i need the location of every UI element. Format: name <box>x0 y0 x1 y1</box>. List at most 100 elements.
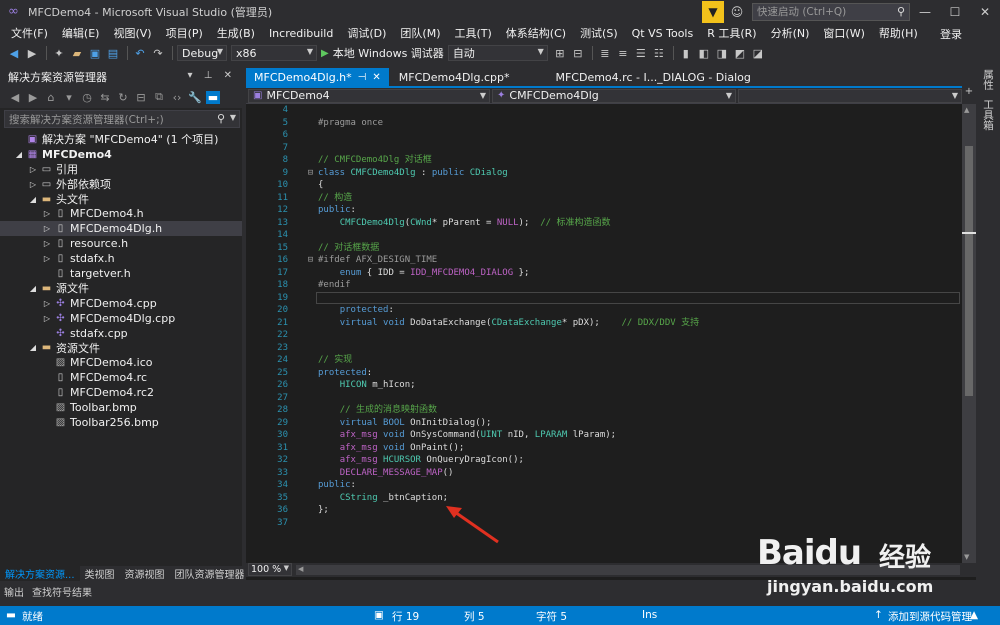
collapsed-arrow-icon[interactable]: ▷ <box>28 180 38 189</box>
scrollbar-thumb[interactable] <box>965 146 973 396</box>
tree-item[interactable]: ▨ Toolbar256.bmp <box>0 415 242 430</box>
collapse-all-icon[interactable]: ⊟ <box>134 91 148 104</box>
menu-incredibuild[interactable]: Incredibuild <box>262 27 340 40</box>
tab-output[interactable]: 输出 <box>4 584 24 599</box>
format-icon[interactable]: ≣ <box>597 47 613 60</box>
code-line[interactable]: 24 // 实现 <box>246 354 962 367</box>
properties-tab[interactable]: 属性 <box>981 69 995 90</box>
code-line[interactable]: 23 <box>246 342 962 355</box>
menu-architecture[interactable]: 体系结构(C) <box>499 25 573 41</box>
code-line[interactable]: 17 enum { IDD = IDD_MFCDEMO4_DIALOG }; <box>246 267 962 280</box>
toolbar-action-icon[interactable]: ⊞ <box>552 47 568 60</box>
save-icon[interactable]: ▣ <box>87 47 103 60</box>
zoom-dropdown[interactable]: 100 % ▼ <box>248 563 292 576</box>
home-icon[interactable]: ⌂ <box>44 91 58 104</box>
menu-debug[interactable]: 调试(D) <box>340 25 393 41</box>
menu-help[interactable]: 帮助(H) <box>872 25 925 41</box>
bookmark-next-icon[interactable]: ◨ <box>714 47 730 60</box>
menu-edit[interactable]: 编辑(E) <box>55 25 107 41</box>
quick-launch-input[interactable]: 快速启动 (Ctrl+Q) ⚲ <box>752 2 910 21</box>
close-button[interactable]: ✕ <box>970 1 1000 23</box>
code-line[interactable]: 16 ⊟ #ifdef AFX_DESIGN_TIME <box>246 254 962 267</box>
scope-dropdown[interactable]: ✦ CMFCDemo4Dlg ▼ <box>492 88 736 103</box>
tree-item[interactable]: ◢ ▬ 源文件 <box>0 281 242 296</box>
source-control-icon[interactable]: ↑ <box>874 609 883 621</box>
uncomment-icon[interactable]: ☷ <box>651 47 667 60</box>
code-line[interactable]: 15 // 对话框数据 <box>246 242 962 255</box>
sign-in-link[interactable]: 登录 <box>940 26 962 42</box>
code-line[interactable]: 9 ⊟ class CMFCDemo4Dlg : public CDialog <box>246 167 962 180</box>
code-line[interactable]: 6 <box>246 129 962 142</box>
menu-project[interactable]: 项目(P) <box>159 25 210 41</box>
code-line[interactable]: 26 HICON m_hIcon; <box>246 379 962 392</box>
code-line[interactable]: 28 // 生成的消息映射函数 <box>246 404 962 417</box>
menu-team[interactable]: 团队(M) <box>393 25 447 41</box>
collapsed-arrow-icon[interactable]: ▷ <box>42 254 52 263</box>
code-line[interactable]: 31 afx_msg void OnPaint(); <box>246 442 962 455</box>
redo-icon[interactable]: ↷ <box>150 47 166 60</box>
menu-qt-vs-tools[interactable]: Qt VS Tools <box>625 27 701 40</box>
code-line[interactable]: 14 <box>246 229 962 242</box>
project-dropdown[interactable]: ▣ MFCDemo4 ▼ <box>248 88 490 103</box>
code-line[interactable]: 37 <box>246 517 962 530</box>
code-line[interactable]: 4 <box>246 104 962 117</box>
code-line[interactable]: 11 // 构造 <box>246 192 962 205</box>
menu-analyze[interactable]: 分析(N) <box>764 25 817 41</box>
menu-tools[interactable]: 工具(T) <box>447 25 498 41</box>
tree-item[interactable]: ▷ ▯ MFCDemo4Dlg.h <box>0 221 242 237</box>
navigate-forward-icon[interactable]: ▶ <box>24 47 40 60</box>
collapsed-arrow-icon[interactable]: ▷ <box>42 239 52 248</box>
code-line[interactable]: 7 <box>246 142 962 155</box>
pending-changes-filter-icon[interactable]: ◷ <box>80 91 94 104</box>
pin-icon[interactable]: ⊣ <box>358 72 367 83</box>
tab-class-view[interactable]: 类视图 <box>80 566 120 581</box>
tab-team-explorer[interactable]: 团队资源管理器 <box>170 566 250 581</box>
collapsed-arrow-icon[interactable]: ▷ <box>42 299 52 308</box>
minimize-button[interactable]: — <box>910 1 940 23</box>
maximize-button[interactable]: ☐ <box>940 1 970 23</box>
tree-item[interactable]: ◢ ▬ 资源文件 <box>0 340 242 355</box>
code-line[interactable]: 8 // CMFCDemo4Dlg 对话框 <box>246 154 962 167</box>
code-line[interactable]: 30 afx_msg void OnSysCommand(UINT nID, L… <box>246 429 962 442</box>
code-area[interactable]: 4 5 #pragma once 6 7 8// CMFCDemo4Dlg 对话框 9 ⊟ cl… <box>246 104 962 563</box>
tab-resource-view[interactable]: 资源视图 <box>120 566 170 581</box>
collapsed-arrow-icon[interactable]: ▷ <box>42 209 52 218</box>
scroll-up-icon[interactable]: ▲ <box>964 106 969 114</box>
code-line[interactable]: 36}; <box>246 504 962 517</box>
split-window-icon[interactable]: + <box>962 86 976 104</box>
toolbar-action-icon[interactable]: ⊟ <box>570 47 586 60</box>
bookmark-clear-icon[interactable]: ◪ <box>750 47 766 60</box>
expanded-arrow-icon[interactable]: ◢ <box>14 150 24 159</box>
notifications-icon[interactable]: ▣ <box>374 609 384 621</box>
tree-item[interactable]: ▨ MFCDemo4.ico <box>0 355 242 370</box>
bookmark-prev-icon[interactable]: ◧ <box>696 47 712 60</box>
chevron-up-icon[interactable]: ▲ <box>970 609 978 621</box>
open-file-icon[interactable]: ▰ <box>69 47 85 60</box>
feedback-icon[interactable]: ☺ <box>728 3 746 21</box>
switch-views-icon[interactable]: ▾ <box>62 91 76 104</box>
code-line[interactable]: 33 DECLARE_MESSAGE_MAP() <box>246 467 962 480</box>
tab-mfcdemo4-rc-dialog[interactable]: MFCDemo4.rc - I..._DIALOG - Dialog <box>547 68 758 86</box>
expanded-arrow-icon[interactable]: ◢ <box>28 343 38 352</box>
tree-item[interactable]: ▷ ▭ 外部依赖项 <box>0 177 242 192</box>
back-icon[interactable]: ◀ <box>8 91 22 104</box>
format-icon[interactable]: ≡ <box>615 47 631 60</box>
code-line[interactable]: 5 #pragma once <box>246 117 962 130</box>
tree-item[interactable]: ▷ ▯ resource.h <box>0 236 242 251</box>
undo-icon[interactable]: ↶ <box>132 47 148 60</box>
notification-flag-icon[interactable]: ▼ <box>702 0 724 23</box>
scroll-left-icon[interactable]: ◀ <box>298 565 303 573</box>
code-line[interactable]: 27 <box>246 392 962 405</box>
expanded-arrow-icon[interactable]: ◢ <box>28 284 38 293</box>
tree-item[interactable]: ◢ ▬ 头文件 <box>0 192 242 207</box>
new-project-icon[interactable]: ✦ <box>51 47 67 60</box>
tree-item[interactable]: ▨ Toolbar.bmp <box>0 400 242 415</box>
properties-icon[interactable]: 🔧 <box>188 91 202 104</box>
collapsed-arrow-icon[interactable]: ▷ <box>42 314 52 323</box>
close-icon[interactable]: ✕ <box>372 72 380 83</box>
code-line[interactable]: 13 CMFCDemo4Dlg(CWnd* pParent = NULL); /… <box>246 217 962 230</box>
solution-search-input[interactable]: 搜索解决方案资源管理器(Ctrl+;) ⚲ ▼ <box>4 110 240 128</box>
collapsed-arrow-icon[interactable]: ▷ <box>28 165 38 174</box>
view-code-icon[interactable]: ‹› <box>170 91 184 104</box>
tree-item[interactable]: ▯ MFCDemo4.rc2 <box>0 385 242 400</box>
